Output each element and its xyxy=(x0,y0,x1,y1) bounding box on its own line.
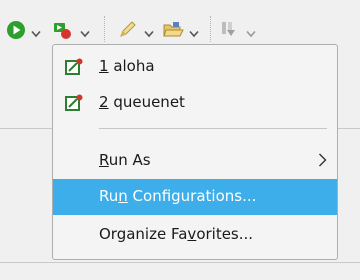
toolbar-separator xyxy=(104,16,105,42)
menu-item-run-configurations[interactable]: Run Configurations... xyxy=(53,179,337,215)
chevron-down-icon xyxy=(31,30,41,38)
download-button[interactable] xyxy=(219,19,241,41)
menu-separator xyxy=(99,128,327,129)
menu-item-recent-aloha[interactable]: 1 aloha xyxy=(53,49,337,85)
launch-config-icon xyxy=(65,58,83,75)
menu-item-recent-queuenet[interactable]: 2 queuenet xyxy=(53,85,337,121)
menu-item-label: Run As xyxy=(99,151,151,169)
menu-item-label: 1 aloha xyxy=(99,57,155,75)
debug-icon xyxy=(54,23,71,39)
debug-dropdown-button[interactable] xyxy=(80,24,90,42)
menu-item-organize-favorites[interactable]: Organize Favorites... xyxy=(53,217,337,253)
download-icon xyxy=(222,22,235,36)
open-folder-dropdown-button[interactable] xyxy=(189,24,199,42)
run-icon xyxy=(7,21,25,39)
submenu-arrow-icon xyxy=(318,152,327,172)
menu-item-label: 2 queuenet xyxy=(99,93,185,111)
edit-button[interactable] xyxy=(116,19,138,41)
open-folder-icon xyxy=(163,22,184,37)
menu-item-run-as[interactable]: Run As xyxy=(53,143,337,179)
chevron-down-icon xyxy=(189,30,199,38)
chevron-down-icon xyxy=(144,30,154,38)
main-toolbar xyxy=(0,0,360,50)
edit-icon xyxy=(120,21,136,37)
run-dropdown-menu: 1 aloha 2 queuenet Run As Run Configurat… xyxy=(52,44,338,260)
run-dropdown-button[interactable] xyxy=(31,24,41,42)
download-dropdown-button[interactable] xyxy=(246,24,256,42)
toolbar-separator xyxy=(210,16,211,42)
edit-dropdown-button[interactable] xyxy=(144,24,154,42)
chevron-down-icon xyxy=(246,30,256,38)
debug-button[interactable] xyxy=(51,19,73,41)
menu-item-label: Run Configurations... xyxy=(99,187,257,205)
launch-config-icon xyxy=(65,94,83,111)
open-folder-button[interactable] xyxy=(162,19,184,41)
menu-item-label: Organize Favorites... xyxy=(99,225,254,243)
chevron-down-icon xyxy=(80,30,90,38)
run-button[interactable] xyxy=(6,19,26,41)
editor-divider xyxy=(0,262,360,263)
